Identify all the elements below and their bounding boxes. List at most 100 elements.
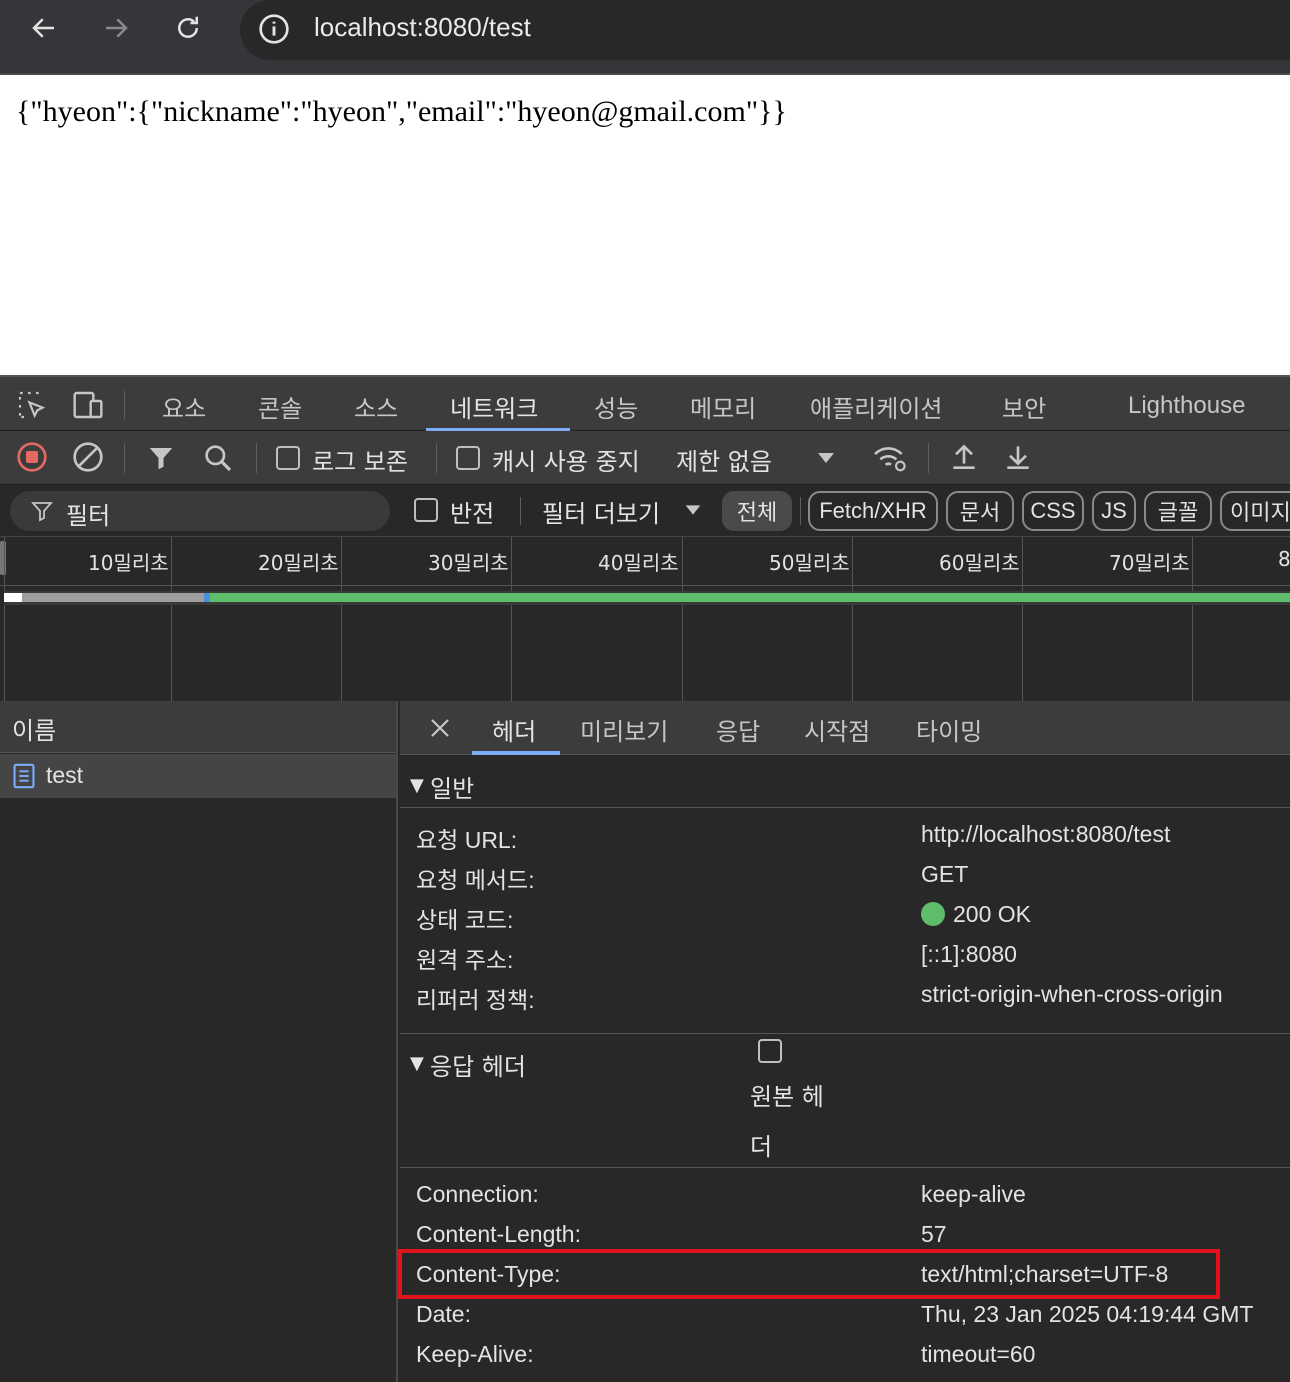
- disable-cache-checkbox[interactable]: [456, 446, 480, 470]
- filter-type-js[interactable]: JS: [1092, 491, 1136, 531]
- raw-headers-label: 원본 헤: [750, 1083, 824, 1111]
- filter-placeholder: 필터: [66, 502, 111, 530]
- tick-label: 20밀리초: [258, 551, 339, 575]
- record-stop-icon[interactable]: [16, 441, 48, 473]
- header-key: 요청 메서드:: [416, 867, 535, 893]
- raw-headers-checkbox[interactable]: [758, 1039, 782, 1063]
- document-icon: [13, 763, 35, 789]
- header-key: 리퍼러 정책:: [416, 987, 535, 1013]
- timeline-handle[interactable]: [0, 541, 6, 575]
- tab-headers[interactable]: 헤더: [492, 712, 536, 747]
- tab-lighthouse[interactable]: Lighthouse: [1128, 392, 1245, 420]
- filter-type-fetch-xhr[interactable]: Fetch/XHR: [808, 491, 938, 531]
- grid-line: [1192, 537, 1193, 701]
- close-icon[interactable]: [428, 716, 452, 740]
- response-headers-title: 응답 헤더: [430, 1053, 526, 1081]
- device-toolbar-icon[interactable]: [70, 389, 106, 421]
- more-filters-button[interactable]: 필터 더보기: [542, 494, 660, 529]
- network-toolbar: 로그 보존 캐시 사용 중지 제한 없음: [0, 431, 1290, 485]
- chevron-down-icon[interactable]: [814, 449, 838, 467]
- section-divider: [400, 807, 1290, 808]
- tab-network[interactable]: 네트워크: [450, 389, 538, 424]
- general-section-header[interactable]: ▼ 일반: [400, 767, 1290, 807]
- throttling-select[interactable]: 제한 없음: [676, 442, 772, 477]
- filter-type-all[interactable]: 전체: [722, 491, 792, 531]
- filter-icon: [31, 502, 53, 522]
- header-value: Thu, 23 Jan 2025 04:19:44 GMT: [921, 1301, 1254, 1327]
- filter-type-doc[interactable]: 문서: [946, 491, 1014, 531]
- reload-icon: [178, 16, 198, 38]
- header-value: GET: [921, 861, 969, 887]
- content-type-highlight: [398, 1249, 1220, 1299]
- filter-bar: 필터 반전 필터 더보기 전체 Fetch/XHR 문서 CSS JS 글꼴 이…: [0, 485, 1290, 537]
- inspect-element-icon[interactable]: [16, 389, 48, 421]
- grid-line: [852, 537, 853, 701]
- toolbar-separator: [520, 497, 521, 525]
- section-divider: [400, 1167, 1290, 1168]
- status-text: 200 OK: [953, 901, 1031, 927]
- upload-icon[interactable]: [948, 441, 980, 473]
- reload-button[interactable]: [166, 6, 210, 50]
- tab-performance[interactable]: 성능: [594, 389, 638, 424]
- tab-timing[interactable]: 타이밍: [916, 712, 982, 747]
- general-section-title: 일반: [430, 775, 475, 803]
- filter-icon[interactable]: [146, 443, 176, 473]
- triangle-down-icon: ▼: [410, 775, 424, 796]
- preserve-log-label: 로그 보존: [312, 448, 408, 476]
- tab-elements[interactable]: 요소: [162, 389, 206, 424]
- section-divider: [400, 1033, 1290, 1034]
- column-header-name[interactable]: 이름: [0, 701, 396, 753]
- tab-response[interactable]: 응답: [716, 712, 760, 747]
- tab-application[interactable]: 애플리케이션: [810, 389, 942, 424]
- toolbar-separator: [124, 391, 125, 419]
- network-overview[interactable]: 10밀리초 20밀리초 30밀리초 40밀리초 50밀리초 60밀리초 70밀리…: [0, 537, 1290, 701]
- request-name: test: [46, 762, 84, 788]
- tick-label: 40밀리초: [598, 551, 679, 575]
- network-conditions-icon[interactable]: [872, 442, 910, 474]
- table-row[interactable]: test: [0, 754, 396, 798]
- tab-console[interactable]: 콘솔: [258, 389, 302, 424]
- filter-input[interactable]: 필터: [10, 491, 390, 531]
- devtools-panel: 요소 콘솔 소스 네트워크 성능 메모리 애플리케이션 보안 Lighthous…: [0, 375, 1290, 1382]
- tick-label: 60밀리초: [939, 551, 1020, 575]
- toolbar-separator: [800, 497, 801, 525]
- back-button[interactable]: [22, 6, 66, 50]
- grid-line: [682, 537, 683, 701]
- header-value: timeout=60: [921, 1341, 1036, 1367]
- tick-label: 50밀리초: [769, 551, 850, 575]
- tab-initiator[interactable]: 시작점: [804, 712, 870, 747]
- address-bar[interactable]: localhost:8080/test: [240, 0, 1290, 60]
- response-headers-section-header[interactable]: ▼ 응답 헤더: [400, 1045, 1290, 1085]
- tab-security[interactable]: 보안: [1002, 389, 1046, 424]
- status-dot-icon: [921, 902, 945, 926]
- header-key: Keep-Alive:: [416, 1341, 534, 1367]
- status-code-value: 200 OK: [921, 901, 1031, 928]
- preserve-log-checkbox[interactable]: [276, 446, 300, 470]
- filter-type-img[interactable]: 이미지: [1220, 491, 1290, 531]
- filter-type-font[interactable]: 글꼴: [1144, 491, 1212, 531]
- chevron-down-icon[interactable]: [682, 501, 704, 519]
- clear-icon[interactable]: [72, 441, 104, 473]
- info-icon[interactable]: [258, 13, 290, 45]
- tab-preview[interactable]: 미리보기: [580, 712, 668, 747]
- header-value: [::1]:8080: [921, 941, 1017, 967]
- forward-button[interactable]: [94, 6, 138, 50]
- tab-memory[interactable]: 메모리: [690, 389, 756, 424]
- header-key: 상태 코드:: [416, 907, 514, 933]
- filter-type-css[interactable]: CSS: [1022, 491, 1084, 531]
- tab-sources[interactable]: 소스: [354, 389, 398, 424]
- download-icon[interactable]: [1002, 441, 1034, 473]
- request-download-bar: [210, 593, 1290, 602]
- tick-label: 30밀리초: [428, 551, 509, 575]
- header-value: keep-alive: [921, 1181, 1026, 1207]
- toolbar-separator: [436, 443, 437, 473]
- request-list: 이름 test: [0, 701, 398, 1382]
- json-response-text: {"hyeon":{"nickname":"hyeon","email":"hy…: [16, 95, 787, 128]
- grid-line: [1022, 537, 1023, 701]
- url-text[interactable]: localhost:8080/test: [314, 12, 531, 43]
- devtools-main-tabs: 요소 콘솔 소스 네트워크 성능 메모리 애플리케이션 보안 Lighthous…: [0, 375, 1290, 432]
- grid-line: [511, 537, 512, 701]
- search-icon[interactable]: [202, 442, 234, 474]
- arrow-right-icon: [106, 18, 128, 38]
- invert-checkbox[interactable]: [414, 498, 438, 522]
